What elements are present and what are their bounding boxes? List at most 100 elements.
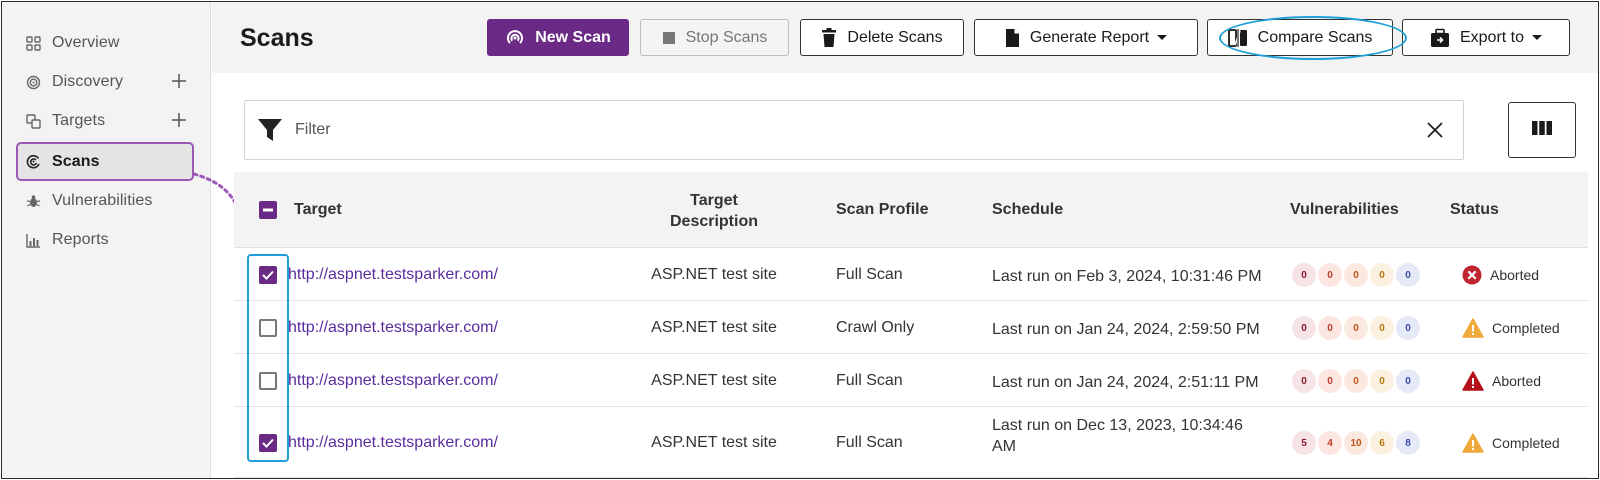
vulnerability-count-badge[interactable]: 0 <box>1292 369 1316 393</box>
row-checkbox[interactable] <box>259 372 277 390</box>
sidebar-item-discovery[interactable]: Discovery <box>16 64 194 100</box>
vulnerability-count-badge[interactable]: 0 <box>1396 369 1420 393</box>
stop-scans-button[interactable]: Stop Scans <box>640 19 789 56</box>
target-link[interactable]: http://aspnet.testsparker.com/ <box>288 372 498 390</box>
vulnerability-count-badge[interactable]: 4 <box>1318 431 1342 455</box>
status-label: Completed <box>1492 320 1560 336</box>
column-header-status[interactable]: Status <box>1450 201 1499 219</box>
column-header-target-description[interactable]: Target Description <box>634 190 794 232</box>
target-link[interactable]: http://aspnet.testsparker.com/ <box>288 319 498 337</box>
status-label: Completed <box>1492 435 1560 451</box>
export-to-button[interactable]: Export to <box>1402 19 1570 56</box>
chevron-down-icon <box>1157 35 1168 40</box>
scans-table: Target Target Description Scan Profile S… <box>234 172 1588 478</box>
column-header-label: Target <box>690 192 738 209</box>
target-description: ASP.NET test site <box>651 319 777 336</box>
scan-profile: Full Scan <box>836 372 903 389</box>
column-header-label: Description <box>669 213 758 230</box>
vulnerability-count-badge[interactable]: 0 <box>1344 263 1368 287</box>
filter-icon <box>257 117 283 148</box>
trash-icon <box>821 27 837 48</box>
table-row[interactable]: http://aspnet.testsparker.com/ASP.NET te… <box>234 302 1588 354</box>
new-scan-button[interactable]: New Scan <box>487 19 629 56</box>
app-window: Overview Discovery Targets Scans Vulnera… <box>1 1 1599 479</box>
document-icon <box>1005 28 1020 48</box>
vulnerability-count-badge[interactable]: 0 <box>1292 263 1316 287</box>
target-link[interactable]: http://aspnet.testsparker.com/ <box>288 266 498 284</box>
add-target-icon[interactable] <box>170 111 188 129</box>
stop-scans-label: Stop Scans <box>685 28 768 46</box>
schedule-line: AM <box>992 438 1016 455</box>
columns-icon <box>1531 120 1553 141</box>
table-row[interactable]: http://aspnet.testsparker.com/ASP.NET te… <box>234 355 1588 407</box>
targets-icon <box>26 113 41 129</box>
vulnerability-count-badge[interactable]: 0 <box>1318 316 1342 340</box>
generate-report-button[interactable]: Generate Report <box>974 19 1198 56</box>
target-link[interactable]: http://aspnet.testsparker.com/ <box>288 434 498 452</box>
grid-icon <box>26 35 41 51</box>
filter-input[interactable] <box>295 101 1395 159</box>
vulnerability-count-badge[interactable]: 10 <box>1344 431 1368 455</box>
sidebar-item-reports[interactable]: Reports <box>16 222 194 258</box>
generate-report-label: Generate Report <box>1029 28 1150 46</box>
close-icon[interactable] <box>1427 122 1443 143</box>
chevron-down-icon <box>1532 35 1543 40</box>
delete-scans-button[interactable]: Delete Scans <box>800 19 964 56</box>
sidebar-item-scans[interactable]: Scans <box>16 142 194 181</box>
bug-icon <box>26 194 41 209</box>
schedule-line: Last run on Jan 24, 2024, 2:51:11 PM <box>992 374 1259 391</box>
vulnerability-count-badge[interactable]: 0 <box>1318 369 1342 393</box>
column-header-vulnerabilities[interactable]: Vulnerabilities <box>1290 201 1399 219</box>
schedule: Last run on Dec 13, 2023, 10:34:46 AM <box>992 415 1243 457</box>
table-header: Target Target Description Scan Profile S… <box>234 172 1588 248</box>
table-row[interactable]: http://aspnet.testsparker.com/ASP.NET te… <box>234 408 1588 478</box>
sidebar-item-vulnerabilities[interactable]: Vulnerabilities <box>16 183 194 219</box>
scan-profile: Full Scan <box>836 434 903 451</box>
status-label: Aborted <box>1490 267 1540 283</box>
schedule-line: Last run on Dec 13, 2023, 10:34:46 <box>992 417 1243 434</box>
add-discovery-icon[interactable] <box>170 72 188 90</box>
sidebar-item-overview[interactable]: Overview <box>16 25 194 61</box>
compare-scans-button[interactable]: Compare Scans <box>1207 19 1393 56</box>
row-checkbox[interactable] <box>259 266 277 284</box>
schedule: Last run on Jan 24, 2024, 2:51:11 PM <box>992 372 1259 393</box>
vulnerability-count-badge[interactable]: 0 <box>1344 316 1368 340</box>
vulnerability-count-badge[interactable]: 0 <box>1396 316 1420 340</box>
row-checkbox[interactable] <box>259 319 277 337</box>
sidebar-item-targets[interactable]: Targets <box>16 103 194 139</box>
vulnerability-count-badge[interactable]: 0 <box>1318 263 1342 287</box>
export-icon <box>1430 28 1450 48</box>
vulnerability-counts: 00000 <box>1292 369 1422 393</box>
scan-icon <box>26 154 41 169</box>
vulnerability-count-badge[interactable]: 8 <box>1396 431 1420 455</box>
alert-triangle-icon <box>1462 371 1484 391</box>
sidebar-item-label: Discovery <box>52 73 124 90</box>
table-row[interactable]: http://aspnet.testsparker.com/ASP.NET te… <box>234 249 1588 301</box>
vulnerability-counts: 00000 <box>1292 316 1422 340</box>
vulnerability-count-badge[interactable]: 0 <box>1292 316 1316 340</box>
column-header-scan-profile[interactable]: Scan Profile <box>836 201 928 219</box>
warning-icon <box>1462 433 1484 453</box>
scan-icon <box>505 28 525 48</box>
sidebar-item-label: Vulnerabilities <box>52 192 153 209</box>
vulnerability-count-badge[interactable]: 0 <box>1344 369 1368 393</box>
columns-button[interactable] <box>1508 102 1576 158</box>
select-all-checkbox[interactable] <box>259 201 277 219</box>
vulnerability-count-badge[interactable]: 6 <box>1370 431 1394 455</box>
column-header-schedule[interactable]: Schedule <box>992 201 1063 219</box>
sidebar-item-label: Overview <box>52 34 120 51</box>
target-icon <box>26 75 41 90</box>
sidebar-item-label: Targets <box>52 112 106 129</box>
vulnerability-count-badge[interactable]: 0 <box>1370 263 1394 287</box>
scan-profile: Full Scan <box>836 266 903 283</box>
page-title: Scans <box>240 24 314 52</box>
column-header-target[interactable]: Target <box>294 201 342 219</box>
vulnerability-count-badge[interactable]: 0 <box>1396 263 1420 287</box>
row-checkbox[interactable] <box>259 434 277 452</box>
vulnerability-count-badge[interactable]: 0 <box>1370 316 1394 340</box>
delete-scans-label: Delete Scans <box>847 28 943 46</box>
vulnerability-count-badge[interactable]: 5 <box>1292 431 1316 455</box>
new-scan-label: New Scan <box>535 28 611 46</box>
vulnerability-count-badge[interactable]: 0 <box>1370 369 1394 393</box>
vulnerability-counts: 5 4 10 6 8 <box>1292 431 1422 455</box>
